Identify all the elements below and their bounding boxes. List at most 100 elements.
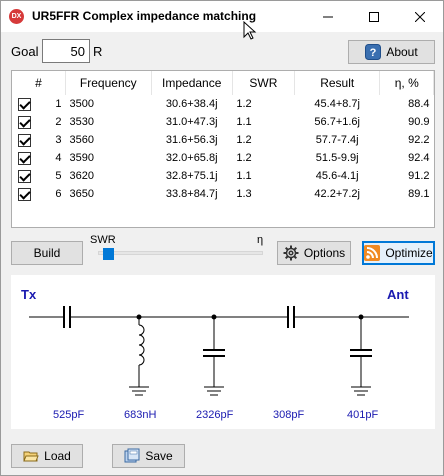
- app-window: DX UR5FFR Complex impedance matching Goa…: [0, 0, 444, 476]
- optimize-button[interactable]: Optimize: [362, 241, 435, 265]
- schematic-diagram: [29, 306, 409, 396]
- close-icon: [415, 11, 425, 22]
- optimize-label: Optimize: [385, 246, 433, 260]
- ground-icon: [204, 386, 224, 396]
- row-result: 51.5-9.9j: [315, 152, 359, 164]
- save-label: Save: [145, 449, 173, 463]
- row-result: 56.7+1.6j: [314, 116, 360, 128]
- row-swr: 1.1: [236, 170, 252, 182]
- swr-eta-slider-track[interactable]: [98, 251, 263, 255]
- column-header-result[interactable]: Result: [294, 71, 381, 95]
- app-icon: DX: [9, 9, 24, 24]
- row-impedance: 32.0+65.8j: [165, 152, 218, 164]
- table-row[interactable]: 5 3620 32.8+75.1j 1.1 45.6-4.1j 91.2: [12, 167, 434, 185]
- row-impedance: 31.6+56.3j: [165, 134, 218, 146]
- column-header-efficiency[interactable]: η, %: [379, 71, 434, 95]
- c3-value: 308pF: [273, 409, 305, 421]
- matching-network-schematic: Tx Ant 525pF 683nH 2326pF 308pF 401pF: [11, 275, 435, 429]
- maximize-button[interactable]: [351, 1, 397, 32]
- row-efficiency: 92.4: [408, 152, 430, 164]
- c2-value: 2326pF: [196, 409, 234, 421]
- row-impedance: 33.8+84.7j: [165, 188, 218, 200]
- minimize-button[interactable]: [305, 1, 351, 32]
- row-swr: 1.2: [236, 98, 252, 110]
- table-row[interactable]: 3 3560 31.6+56.3j 1.2 57.7-7.4j 92.2: [12, 131, 434, 149]
- row-checkbox[interactable]: [18, 115, 31, 129]
- row-number: 1: [55, 97, 62, 110]
- about-label: About: [386, 45, 418, 59]
- row-efficiency: 91.2: [408, 170, 430, 182]
- window-title: UR5FFR Complex impedance matching: [32, 9, 257, 23]
- row-checkbox[interactable]: [18, 97, 31, 111]
- row-impedance: 32.8+75.1j: [165, 170, 218, 182]
- minimize-icon: [323, 16, 333, 17]
- load-label: Load: [44, 449, 71, 463]
- title-bar[interactable]: DX UR5FFR Complex impedance matching: [1, 1, 443, 32]
- row-checkbox[interactable]: [18, 187, 31, 201]
- slider-label-swr: SWR: [90, 234, 116, 246]
- c4-value: 401pF: [347, 409, 379, 421]
- row-swr: 1.2: [236, 134, 252, 146]
- row-number: 4: [55, 151, 62, 164]
- column-header-number[interactable]: #: [12, 71, 66, 95]
- row-efficiency: 90.9: [408, 116, 430, 128]
- goal-label: Goal: [11, 44, 39, 59]
- goal-unit: R: [93, 44, 103, 59]
- folder-open-icon: [23, 448, 39, 464]
- gear-icon: [283, 245, 299, 261]
- row-swr: 1.2: [236, 152, 252, 164]
- column-header-swr[interactable]: SWR: [232, 71, 295, 95]
- table-row[interactable]: 2 3530 31.0+47.3j 1.1 56.7+1.6j 90.9: [12, 113, 434, 131]
- table-row[interactable]: 4 3590 32.0+65.8j 1.2 51.5-9.9j 92.4: [12, 149, 434, 167]
- row-checkbox[interactable]: [18, 133, 31, 147]
- frequency-table: # Frequency Impedance SWR Result η, % 13…: [11, 70, 435, 228]
- row-impedance: 31.0+47.3j: [165, 116, 218, 128]
- column-header-impedance[interactable]: Impedance: [151, 71, 233, 95]
- row-checkbox[interactable]: [18, 169, 31, 183]
- save-icon: [124, 448, 140, 464]
- swr-eta-slider-thumb[interactable]: [102, 248, 114, 260]
- row-number: 6: [55, 187, 62, 200]
- maximize-icon: [369, 11, 379, 22]
- table-row[interactable]: 1 3500 30.6+38.4j 1.2 45.4+8.7j 88.4: [12, 95, 434, 113]
- row-result: 45.4+8.7j: [314, 98, 360, 110]
- table-row[interactable]: 6 3650 33.8+84.7j 1.3 42.2+7.2j 89.1: [12, 185, 434, 203]
- row-result: 57.7-7.4j: [315, 134, 359, 146]
- row-impedance: 30.6+38.4j: [165, 98, 218, 110]
- ground-icon: [351, 386, 371, 396]
- optimize-feed-icon: [364, 245, 381, 261]
- ground-icon: [129, 386, 149, 396]
- row-number: 2: [55, 115, 62, 128]
- mouse-cursor-icon: [243, 21, 257, 40]
- close-button[interactable]: [397, 1, 443, 32]
- help-icon: ?: [365, 44, 382, 60]
- save-button[interactable]: Save: [112, 444, 185, 468]
- row-frequency: 3500: [69, 98, 94, 110]
- svg-text:?: ?: [370, 47, 377, 59]
- c1-value: 525pF: [53, 409, 85, 421]
- build-button[interactable]: Build: [11, 241, 83, 265]
- row-efficiency: 88.4: [408, 98, 430, 110]
- about-button[interactable]: ? About: [348, 40, 435, 64]
- options-label: Options: [303, 246, 346, 260]
- row-efficiency: 89.1: [408, 188, 430, 200]
- row-checkbox[interactable]: [18, 151, 31, 165]
- row-swr: 1.1: [236, 116, 252, 128]
- row-result: 45.6-4.1j: [315, 170, 359, 182]
- row-frequency: 3650: [69, 188, 94, 200]
- row-frequency: 3560: [69, 134, 94, 146]
- table-header: # Frequency Impedance SWR Result η, %: [12, 71, 434, 95]
- row-frequency: 3590: [69, 152, 94, 164]
- row-efficiency: 92.2: [408, 134, 430, 146]
- l1-value: 683nH: [124, 409, 157, 421]
- goal-input[interactable]: [42, 39, 90, 63]
- row-frequency: 3530: [69, 116, 94, 128]
- options-button[interactable]: Options: [277, 241, 351, 265]
- load-button[interactable]: Load: [11, 444, 83, 468]
- column-header-frequency[interactable]: Frequency: [65, 71, 152, 95]
- row-number: 5: [55, 169, 62, 182]
- row-frequency: 3620: [69, 170, 94, 182]
- slider-label-eta: η: [257, 234, 264, 246]
- row-result: 42.2+7.2j: [314, 188, 360, 200]
- row-number: 3: [55, 133, 62, 146]
